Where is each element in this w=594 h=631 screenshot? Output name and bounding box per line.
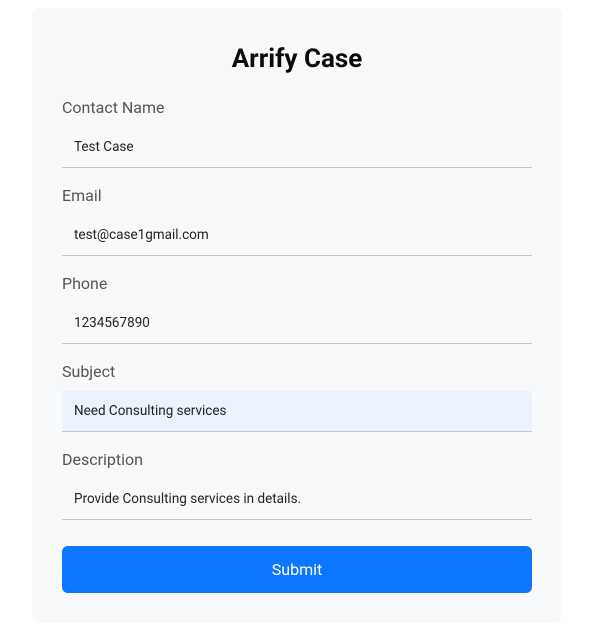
submit-button[interactable]: Submit: [62, 546, 532, 593]
label-subject: Subject: [62, 362, 532, 381]
input-contact-name[interactable]: [62, 127, 532, 168]
input-description[interactable]: [62, 479, 532, 520]
form-card: Arrify Case Contact Name Email Phone Sub…: [32, 8, 562, 623]
field-subject: Subject: [62, 362, 532, 432]
field-description: Description: [62, 450, 532, 520]
field-email: Email: [62, 186, 532, 256]
form-title: Arrify Case: [62, 44, 532, 74]
label-email: Email: [62, 186, 532, 205]
input-subject[interactable]: [62, 391, 532, 432]
input-email[interactable]: [62, 215, 532, 256]
field-contact-name: Contact Name: [62, 98, 532, 168]
label-phone: Phone: [62, 274, 532, 293]
label-description: Description: [62, 450, 532, 469]
input-phone[interactable]: [62, 303, 532, 344]
label-contact-name: Contact Name: [62, 98, 532, 117]
field-phone: Phone: [62, 274, 532, 344]
